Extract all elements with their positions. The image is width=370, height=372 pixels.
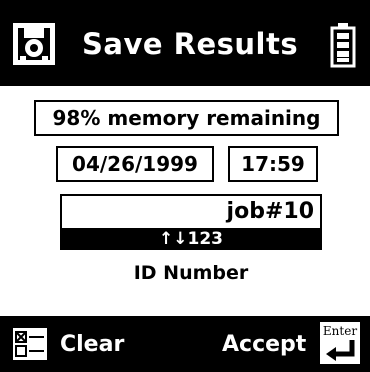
title-bar: Save Results bbox=[0, 0, 370, 86]
clear-button[interactable]: Clear bbox=[12, 324, 152, 366]
enter-key-icon: Enter bbox=[318, 320, 362, 366]
save-disk-icon bbox=[13, 23, 55, 65]
id-number-input[interactable]: job#10 bbox=[60, 194, 322, 228]
softkey-bar: Clear Accept Enter bbox=[0, 316, 370, 372]
date-field: 04/26/1999 bbox=[56, 146, 214, 182]
accept-label: Accept bbox=[222, 332, 307, 357]
enter-key-label: Enter bbox=[323, 324, 357, 338]
id-number-label: ID Number bbox=[133, 262, 249, 284]
checkbox-list-icon bbox=[13, 328, 47, 360]
accept-button[interactable]: Accept Enter bbox=[210, 320, 366, 368]
device-screen: Save Results 98% memory remaining 04/26/… bbox=[0, 0, 370, 372]
memory-status: 98% memory remaining bbox=[34, 100, 339, 136]
save-form: 98% memory remaining 04/26/1999 17:59 jo… bbox=[14, 86, 356, 316]
time-field: 17:59 bbox=[228, 146, 318, 182]
battery-icon bbox=[330, 23, 356, 68]
input-mode-indicator: ↑↓123 bbox=[60, 228, 322, 250]
page-title: Save Results bbox=[82, 27, 299, 61]
clear-label: Clear bbox=[60, 332, 125, 357]
